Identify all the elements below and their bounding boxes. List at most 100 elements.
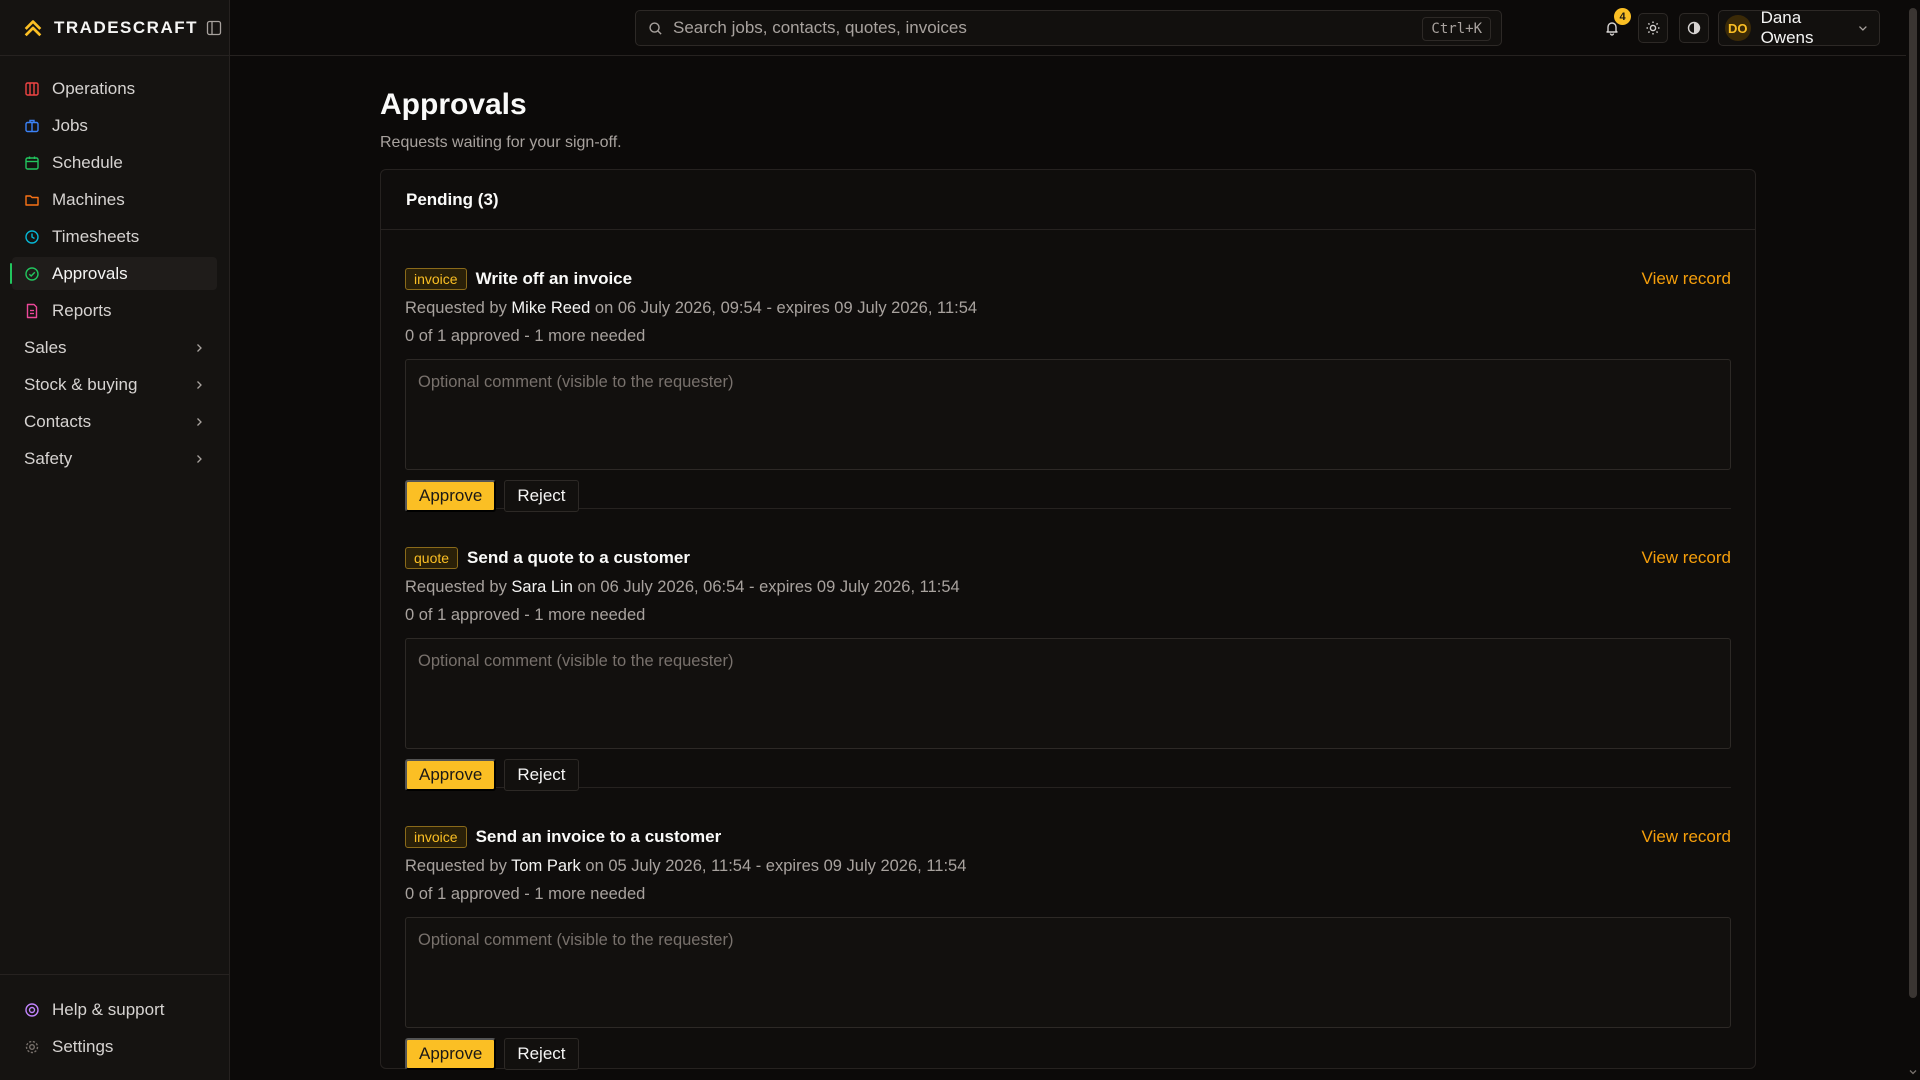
request-list: invoice Write off an invoice View record… [381, 230, 1755, 1070]
contrast-button[interactable] [1679, 13, 1709, 43]
sidebar-item-label: Machines [52, 189, 125, 209]
sun-icon [1646, 21, 1660, 35]
sidebar-item-machines[interactable]: Machines [12, 183, 217, 216]
pending-panel: Pending (3) invoice Write off an invoice… [380, 169, 1756, 1070]
topbar: Search jobs, contacts, quotes, invoices … [230, 0, 1920, 56]
search-input[interactable]: Search jobs, contacts, quotes, invoices … [635, 10, 1502, 46]
brand-name: TRADESCRAFT [54, 17, 198, 37]
sidebar-item-settings[interactable]: Settings [12, 1030, 217, 1063]
sidebar-item-approvals[interactable]: Approvals [10, 257, 217, 290]
sidebar-group-label: Stock & buying [24, 374, 138, 394]
notification-count-badge: 4 [1614, 8, 1631, 25]
sidebar-collapse-icon[interactable] [206, 20, 222, 36]
chevron-right-icon [197, 417, 202, 426]
request-type-badge: quote [405, 547, 459, 569]
sidebar-item-schedule[interactable]: Schedule [12, 146, 217, 179]
sidebar-item-timesheets[interactable]: Timesheets [12, 220, 217, 253]
sidebar-item-label: Jobs [52, 115, 88, 135]
comment-field[interactable]: Optional comment (visible to the request… [405, 638, 1731, 749]
sidebar-footer: Help & support Settings [0, 974, 229, 1080]
comment-field[interactable]: Optional comment (visible to the request… [405, 917, 1731, 1028]
sidebar-item-jobs[interactable]: Jobs [12, 109, 217, 142]
report-icon [26, 303, 38, 318]
sidebar-item-label: Timesheets [52, 226, 140, 246]
calendar-icon [25, 156, 39, 170]
request-dates: on 06 July 2026, 06:54 - expires 09 July… [577, 578, 960, 596]
approve-button[interactable]: Approve [405, 759, 497, 791]
view-record-link[interactable]: View record [1642, 548, 1731, 568]
requested-by-label: Requested by [405, 578, 507, 596]
request-type-badge: invoice [405, 826, 467, 848]
sidebar-item-reports[interactable]: Reports [12, 294, 217, 327]
theme-toggle-button[interactable] [1638, 13, 1668, 43]
lifebuoy-icon [25, 1002, 39, 1017]
reject-button[interactable]: Reject [504, 480, 579, 512]
sidebar-item-label: Help & support [52, 999, 165, 1019]
sidebar-group-label: Safety [24, 448, 73, 468]
reject-button[interactable]: Reject [504, 759, 579, 791]
folder-icon [25, 194, 39, 206]
scrollbar-thumb[interactable] [1909, 8, 1917, 998]
approve-button[interactable]: Approve [405, 1038, 497, 1070]
request-title: Write off an invoice [475, 269, 633, 288]
approval-progress: 0 of 1 approved - 1 more needed [405, 606, 646, 624]
briefcase-icon [25, 119, 39, 132]
clock-icon [25, 229, 39, 244]
main-content: Approvals Requests waiting for your sign… [380, 56, 1756, 1070]
comment-field[interactable]: Optional comment (visible to the request… [405, 359, 1731, 470]
sidebar-item-label: Reports [52, 300, 112, 320]
sidebar-nav: Operations Jobs Schedule Machines Timesh… [0, 56, 229, 475]
request-title: Send an invoice to a customer [475, 827, 722, 846]
sidebar-group-label: Sales [24, 337, 67, 357]
request-meta: Requested by Mike Reed on 06 July 2026, … [405, 299, 1731, 318]
avatar: DO [1725, 15, 1751, 41]
brand: TRADESCRAFT [0, 0, 229, 56]
chevron-right-icon [197, 343, 202, 352]
sidebar-item-label: Approvals [52, 263, 128, 283]
request-type-badge: invoice [405, 268, 467, 290]
request-item: invoice Send an invoice to a customer Vi… [405, 788, 1731, 1070]
approval-progress: 0 of 1 approved - 1 more needed [405, 327, 646, 345]
search-placeholder: Search jobs, contacts, quotes, invoices [673, 18, 967, 37]
user-name: Dana Owens [1760, 8, 1814, 47]
approve-button[interactable]: Approve [405, 480, 497, 512]
sidebar-group-stock-buying[interactable]: Stock & buying [12, 368, 217, 401]
search-shortcut: Ctrl+K [1422, 17, 1491, 41]
contrast-icon [1687, 21, 1701, 35]
scroll-down-icon[interactable] [1909, 1068, 1917, 1076]
gear-icon [25, 1040, 39, 1053]
request-item: invoice Write off an invoice View record… [405, 230, 1731, 512]
sidebar-group-sales[interactable]: Sales [12, 331, 217, 364]
sidebar-item-operations[interactable]: Operations [12, 72, 217, 105]
sidebar: TRADESCRAFT Operations Jobs Schedule Mac… [0, 0, 230, 1080]
sidebar-group-contacts[interactable]: Contacts [12, 405, 217, 438]
page-subtitle: Requests waiting for your sign-off. [380, 134, 622, 151]
sidebar-item-help-support[interactable]: Help & support [12, 993, 217, 1026]
sidebar-item-label: Settings [52, 1036, 114, 1056]
requester-name: Tom Park [511, 857, 581, 875]
requester-name: Mike Reed [511, 299, 591, 317]
sidebar-item-label: Operations [52, 78, 136, 98]
chevron-down-icon [1859, 26, 1867, 31]
request-dates: on 06 July 2026, 09:54 - expires 09 July… [594, 299, 978, 317]
user-menu[interactable]: DO Dana Owens [1718, 8, 1880, 47]
notifications-button[interactable]: 4 [1597, 8, 1631, 43]
sidebar-group-safety[interactable]: Safety [12, 442, 217, 475]
view-record-link[interactable]: View record [1642, 269, 1731, 289]
sidebar-item-label: Schedule [52, 152, 123, 172]
request-item: quote Send a quote to a customer View re… [405, 509, 1731, 791]
comment-placeholder: Optional comment (visible to the request… [418, 931, 734, 949]
view-record-link[interactable]: View record [1642, 827, 1731, 847]
search-icon [649, 21, 662, 35]
request-meta: Requested by Tom Park on 05 July 2026, 1… [405, 857, 1731, 876]
requester-name: Sara Lin [511, 578, 573, 596]
panel-header: Pending (3) [381, 170, 1755, 230]
reject-button[interactable]: Reject [504, 1038, 579, 1070]
approval-progress: 0 of 1 approved - 1 more needed [405, 885, 646, 903]
comment-placeholder: Optional comment (visible to the request… [418, 373, 734, 391]
chevron-right-icon [197, 380, 202, 389]
request-dates: on 05 July 2026, 11:54 - expires 09 July… [585, 857, 967, 875]
requested-by-label: Requested by [405, 299, 507, 317]
operations-icon [25, 81, 39, 96]
page-scrollbar[interactable] [1906, 0, 1920, 1080]
